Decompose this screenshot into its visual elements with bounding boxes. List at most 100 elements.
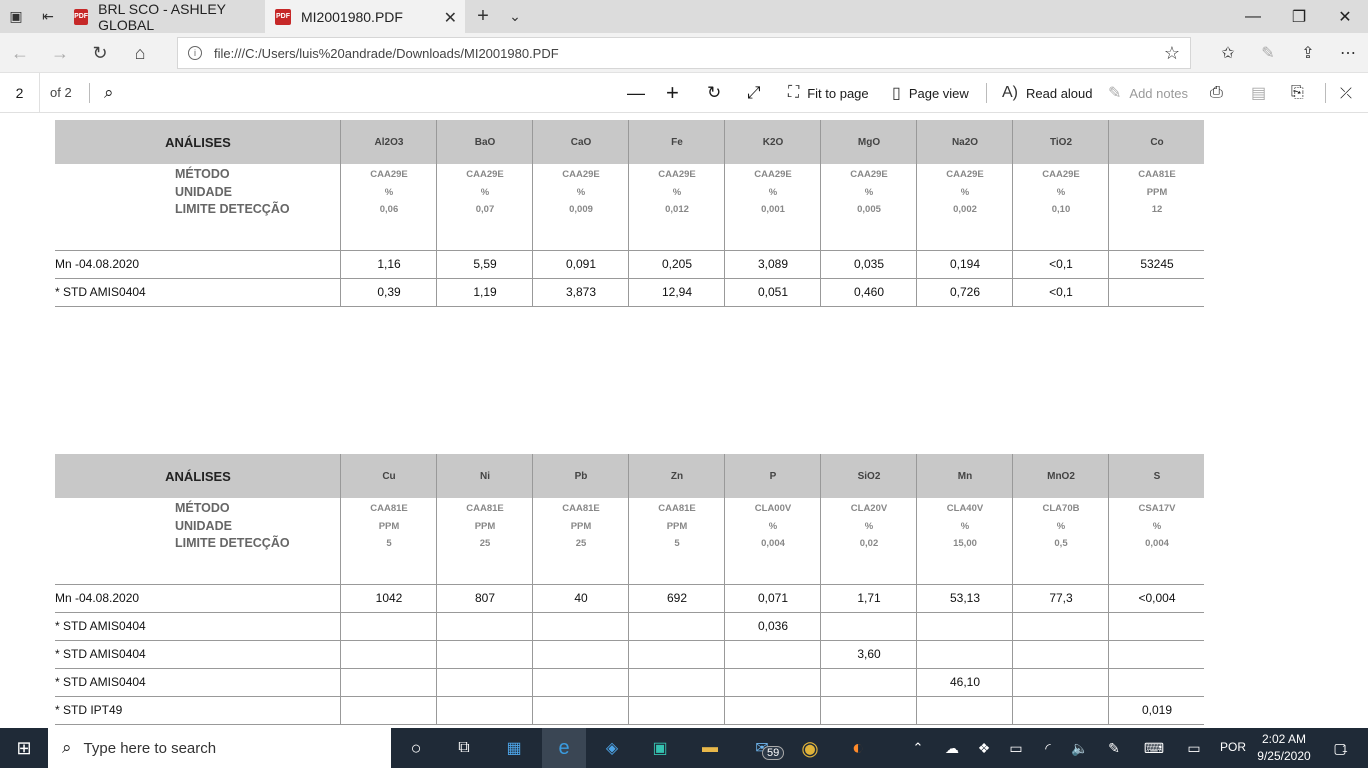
meta-method: CAA29E	[370, 169, 408, 180]
notification-count: 1	[1342, 744, 1348, 755]
print-icon[interactable]: ⎙	[1210, 83, 1223, 103]
add-notes-button[interactable]: ✎ Add notes	[1108, 83, 1188, 103]
table-header: ANÁLISES Al2O3 BaO CaO Fe K2O MgO Na2O TiO2 Co	[55, 120, 1204, 164]
read-aloud-button[interactable]: A) Read aloud	[1002, 83, 1093, 103]
back-icon[interactable]: ←	[8, 41, 32, 65]
taskbar-search[interactable]: ⌕ Type here to search	[48, 728, 391, 768]
column-divider	[820, 454, 821, 724]
chevron-down-icon[interactable]: ⌄	[505, 6, 525, 26]
meta-limit: 0,002	[953, 204, 977, 215]
start-windows-icon[interactable]: ⊞	[0, 728, 48, 768]
meta-limit: 0,02	[859, 538, 879, 549]
file-explorer-icon[interactable]: ▬	[690, 728, 730, 768]
terminal-icon[interactable]: ▣	[640, 728, 680, 768]
meta-unit: %	[1056, 186, 1066, 198]
weather-icon[interactable]: ☁	[940, 728, 964, 768]
info-icon[interactable]: i	[188, 46, 202, 60]
analises-label: ANÁLISES	[165, 134, 231, 150]
rotate-icon[interactable]: ↻	[707, 83, 721, 103]
zoom-in-icon[interactable]: +	[666, 80, 679, 105]
meta-method: CAA29E	[466, 169, 504, 180]
fullscreen-icon[interactable]: ⤢	[747, 83, 761, 103]
display-icon[interactable]: ▭	[1182, 728, 1206, 768]
chrome-icon[interactable]: ◉	[790, 728, 830, 768]
table-cell: 0,091	[565, 257, 597, 271]
tab-brl-sco[interactable]: PDF BRL SCO - ASHLEY GLOBAL	[64, 0, 264, 33]
tab-title: MI2001980.PDF	[301, 8, 403, 25]
share-icon[interactable]: ⇪	[1296, 41, 1320, 65]
table-cell: 0,019	[1141, 703, 1173, 717]
volume-icon[interactable]: 🔈	[1068, 728, 1092, 768]
tab-mi2001980[interactable]: PDF MI2001980.PDF ✕	[265, 0, 465, 33]
pdf-icon: PDF	[275, 8, 291, 25]
meta-unit: %	[576, 186, 586, 198]
cortana-icon[interactable]: ○	[396, 728, 436, 768]
edge-icon[interactable]: e	[542, 728, 586, 768]
dropbox-icon[interactable]: ❖	[972, 728, 996, 768]
table-cell: 40	[574, 591, 588, 605]
unpin-toolbar-icon[interactable]: ⤫	[1340, 83, 1352, 103]
refresh-icon[interactable]: ↻	[88, 41, 112, 65]
zoom-out-icon[interactable]: —	[627, 83, 645, 103]
set-aside-tabs-icon[interactable]: ⇤	[38, 6, 58, 26]
more-icon[interactable]: ⋯	[1336, 41, 1360, 65]
new-tab-icon[interactable]: +	[473, 5, 493, 27]
search-icon[interactable]: ⌕	[104, 83, 114, 103]
app-icon[interactable]: ◈	[592, 728, 632, 768]
chevron-up-icon[interactable]: ⌃	[906, 728, 930, 768]
column-meta: CAA29E% 0,002	[917, 166, 1013, 219]
tab-bar: ▣ ⇤ PDF BRL SCO - ASHLEY GLOBAL PDF MI20…	[0, 0, 1368, 33]
meta-limit: 0,012	[665, 204, 689, 215]
column-meta: CAA29E% 0,012	[629, 166, 725, 219]
mail-icon[interactable]: ✉ 59	[740, 728, 785, 768]
tab-actions-icon[interactable]: ▣	[6, 6, 26, 26]
row-label: Mn -04.08.2020	[55, 257, 140, 271]
save-as-icon[interactable]: ⎘	[1291, 83, 1304, 103]
pen-icon[interactable]: ✎	[1256, 41, 1280, 65]
page-view-label: Page view	[908, 85, 969, 101]
meta-method: CAA81E	[658, 503, 696, 514]
page-number-input[interactable]: 2	[0, 73, 40, 113]
column-header: Al2O3	[374, 136, 404, 148]
meta-method: CAA29E	[946, 169, 984, 180]
keyboard-icon[interactable]: ⌨	[1140, 728, 1168, 768]
taskbar: ⊞ ⌕ Type here to search ○ ⧉ ▦ e ◈ ▣ ▬ ✉ …	[0, 728, 1368, 768]
column-header: Mn	[957, 470, 973, 482]
app-icon[interactable]: ▦	[494, 728, 534, 768]
minimize-button[interactable]: —	[1230, 0, 1276, 33]
wifi-icon[interactable]: ◜	[1036, 728, 1060, 768]
table-cell: 3,873	[565, 285, 597, 299]
restore-button[interactable]: ❐	[1276, 0, 1322, 33]
url-field[interactable]: i file:///C:/Users/luis%20andrade/Downlo…	[177, 37, 1191, 69]
favorites-icon[interactable]: ✩	[1216, 41, 1240, 65]
notifications-icon[interactable]: ▢ 1	[1322, 728, 1358, 768]
meta-method: CLA40V	[946, 503, 984, 514]
meta-method: CLA00V	[754, 503, 792, 514]
favorite-star-icon[interactable]: ☆	[1164, 43, 1180, 64]
home-icon[interactable]: ⌂	[128, 41, 152, 65]
battery-icon[interactable]: ▭	[1004, 728, 1028, 768]
pen-workspace-icon[interactable]: ✎	[1102, 728, 1126, 768]
close-tab-icon[interactable]: ✕	[444, 8, 457, 28]
clock[interactable]: 2:02 AM 9/25/2020	[1252, 731, 1316, 765]
meta-method: CAA81E	[562, 503, 600, 514]
column-header: SiO2	[857, 470, 881, 482]
close-window-button[interactable]: ✕	[1322, 0, 1368, 33]
meta-unit: PPM	[1146, 186, 1168, 198]
column-meta: CLA40V% 15,00	[917, 500, 1013, 553]
firefox-icon[interactable]: ◐	[838, 728, 878, 768]
table-cell: 0,460	[853, 285, 885, 299]
language-indicator[interactable]: POR	[1220, 740, 1246, 754]
row-divider	[55, 640, 1204, 641]
column-meta: CAA29E% 0,06	[341, 166, 437, 219]
table-cell: 1,16	[377, 257, 401, 271]
forward-icon[interactable]: →	[48, 41, 72, 65]
column-meta: CAA29E% 0,005	[821, 166, 917, 219]
task-view-icon[interactable]: ⧉	[444, 728, 484, 768]
save-icon[interactable]: ▤	[1251, 83, 1266, 103]
row-divider	[55, 612, 1204, 613]
clock-time: 2:02 AM	[1261, 732, 1307, 746]
page-view-button[interactable]: ▯ Page view	[892, 83, 969, 103]
address-bar: ← → ↻ ⌂ i file:///C:/Users/luis%20andrad…	[0, 33, 1368, 73]
fit-to-page-button[interactable]: ⛶ Fit to page	[788, 83, 869, 103]
